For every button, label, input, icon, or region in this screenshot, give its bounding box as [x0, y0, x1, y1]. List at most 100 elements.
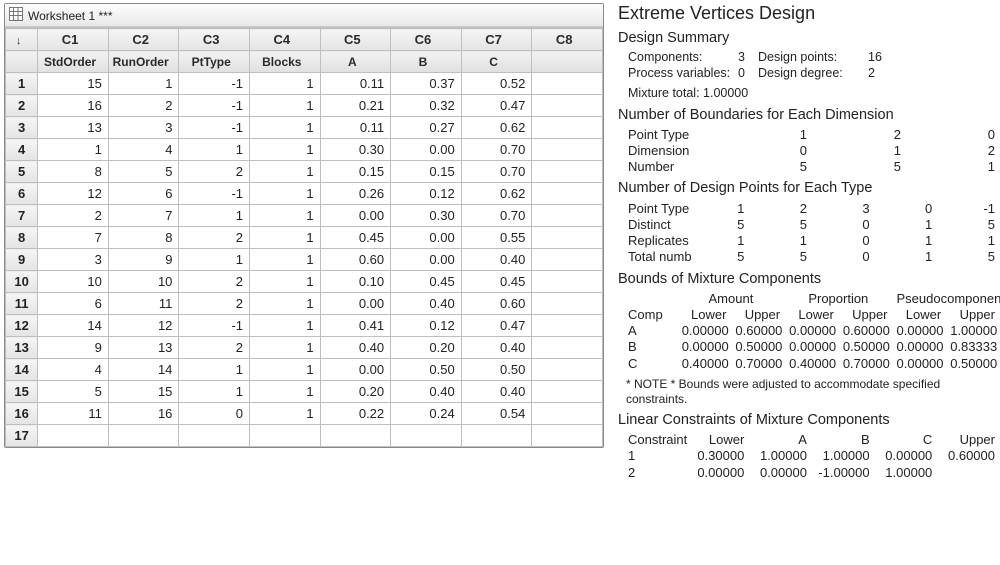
cell[interactable]: 0.10: [320, 271, 391, 293]
row-header[interactable]: 6: [6, 183, 38, 205]
cell[interactable]: 12: [108, 315, 179, 337]
cell[interactable]: 1: [250, 73, 321, 95]
table-row[interactable]: 17: [6, 425, 603, 447]
cell[interactable]: -1: [179, 95, 250, 117]
cell[interactable]: 1: [108, 73, 179, 95]
cell[interactable]: 8: [108, 227, 179, 249]
cell[interactable]: 0.50: [391, 359, 462, 381]
row-header[interactable]: 8: [6, 227, 38, 249]
cell[interactable]: 0.45: [461, 271, 532, 293]
row-header[interactable]: 17: [6, 425, 38, 447]
cell[interactable]: 13: [38, 117, 109, 139]
cell[interactable]: 1: [250, 403, 321, 425]
col-name[interactable]: B: [391, 51, 462, 73]
cell[interactable]: 2: [179, 227, 250, 249]
row-header[interactable]: 2: [6, 95, 38, 117]
row-header[interactable]: 13: [6, 337, 38, 359]
cell[interactable]: 0.47: [461, 315, 532, 337]
cell[interactable]: [532, 139, 603, 161]
cell[interactable]: 0.00: [391, 249, 462, 271]
cell[interactable]: [532, 271, 603, 293]
table-row[interactable]: 161116010.220.240.54: [6, 403, 603, 425]
cell[interactable]: 1: [250, 183, 321, 205]
cell[interactable]: 0.60: [320, 249, 391, 271]
cell[interactable]: [532, 315, 603, 337]
cell[interactable]: 0.24: [391, 403, 462, 425]
cell[interactable]: 0.12: [391, 315, 462, 337]
cell[interactable]: 0.26: [320, 183, 391, 205]
cell[interactable]: 1: [179, 359, 250, 381]
row-header[interactable]: 12: [6, 315, 38, 337]
cell[interactable]: 0.40: [461, 381, 532, 403]
cell[interactable]: 1: [38, 139, 109, 161]
cell[interactable]: 13: [108, 337, 179, 359]
cell[interactable]: 0.40: [461, 249, 532, 271]
cell[interactable]: 1: [179, 205, 250, 227]
cell[interactable]: 12: [38, 183, 109, 205]
cell[interactable]: 0.60: [461, 293, 532, 315]
table-row[interactable]: 101010210.100.450.45: [6, 271, 603, 293]
row-header[interactable]: 4: [6, 139, 38, 161]
col-header[interactable]: C7: [461, 29, 532, 51]
cell[interactable]: 14: [38, 315, 109, 337]
cell[interactable]: 1: [250, 117, 321, 139]
cell[interactable]: [532, 337, 603, 359]
cell[interactable]: [532, 403, 603, 425]
cell[interactable]: 3: [38, 249, 109, 271]
table-row[interactable]: 414110.300.000.70: [6, 139, 603, 161]
cell[interactable]: 2: [179, 161, 250, 183]
cell[interactable]: 0.00: [320, 293, 391, 315]
col-header[interactable]: C1: [38, 29, 109, 51]
cell[interactable]: [532, 425, 603, 447]
corner-cell[interactable]: ↓: [6, 29, 38, 51]
cell[interactable]: 4: [38, 359, 109, 381]
col-name[interactable]: PtType: [179, 51, 250, 73]
cell[interactable]: 9: [108, 249, 179, 271]
cell[interactable]: 6: [108, 183, 179, 205]
cell[interactable]: 0.37: [391, 73, 462, 95]
cell[interactable]: 0.20: [320, 381, 391, 403]
cell[interactable]: 0.45: [391, 271, 462, 293]
col-header[interactable]: C8: [532, 29, 603, 51]
cell[interactable]: 2: [179, 293, 250, 315]
row-header[interactable]: 10: [6, 271, 38, 293]
cell[interactable]: 0.11: [320, 73, 391, 95]
cell[interactable]: [250, 425, 321, 447]
cell[interactable]: -1: [179, 183, 250, 205]
cell[interactable]: 4: [108, 139, 179, 161]
cell[interactable]: 0.41: [320, 315, 391, 337]
col-name[interactable]: A: [320, 51, 391, 73]
cell[interactable]: [532, 381, 603, 403]
cell[interactable]: 1: [250, 205, 321, 227]
table-row[interactable]: 878210.450.000.55: [6, 227, 603, 249]
cell[interactable]: 11: [38, 403, 109, 425]
table-row[interactable]: 11611210.000.400.60: [6, 293, 603, 315]
col-name[interactable]: Blocks: [250, 51, 321, 73]
row-header[interactable]: 5: [6, 161, 38, 183]
cell[interactable]: 1: [250, 227, 321, 249]
cell[interactable]: [532, 183, 603, 205]
cell[interactable]: 9: [38, 337, 109, 359]
row-header[interactable]: 3: [6, 117, 38, 139]
cell[interactable]: 0.62: [461, 183, 532, 205]
data-grid[interactable]: ↓ C1 C2 C3 C4 C5 C6 C7 C8 StdOrder RunOr…: [5, 27, 603, 447]
cell[interactable]: 0.21: [320, 95, 391, 117]
cell[interactable]: 10: [38, 271, 109, 293]
cell[interactable]: 0.12: [391, 183, 462, 205]
cell[interactable]: 0.30: [320, 139, 391, 161]
col-name[interactable]: RunOrder: [108, 51, 179, 73]
cell[interactable]: 11: [108, 293, 179, 315]
cell[interactable]: 0.27: [391, 117, 462, 139]
cell[interactable]: 14: [108, 359, 179, 381]
col-name[interactable]: C: [461, 51, 532, 73]
table-row[interactable]: 121412-110.410.120.47: [6, 315, 603, 337]
cell[interactable]: 1: [250, 315, 321, 337]
cell[interactable]: 0.47: [461, 95, 532, 117]
cell[interactable]: 1: [179, 381, 250, 403]
cell[interactable]: 16: [108, 403, 179, 425]
cell[interactable]: 0.15: [391, 161, 462, 183]
cell[interactable]: 0.32: [391, 95, 462, 117]
col-header[interactable]: C5: [320, 29, 391, 51]
row-header[interactable]: 11: [6, 293, 38, 315]
cell[interactable]: [532, 205, 603, 227]
